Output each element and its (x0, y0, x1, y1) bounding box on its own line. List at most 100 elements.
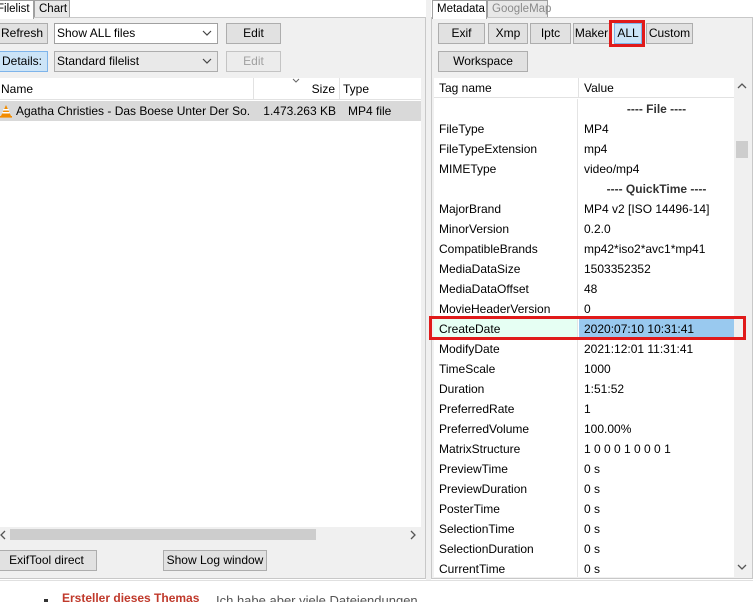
file-type: MP4 file (348, 104, 392, 118)
metadata-tag-value: 2021:12:01 11:31:41 (584, 342, 694, 356)
workspace-button[interactable]: Workspace (438, 51, 528, 72)
tab-googlemap[interactable]: GoogleMap (487, 0, 551, 17)
file-filter-select[interactable]: Show ALL files (54, 23, 218, 44)
column-header-value[interactable]: Value (579, 78, 734, 98)
metadata-tag-name: CompatibleBrands (434, 239, 578, 259)
tab-metadata[interactable]: Metadata (432, 0, 487, 19)
column-header-type[interactable]: Type (340, 78, 421, 100)
metadata-tag-name: FileType (434, 119, 578, 139)
xmp-button[interactable]: Xmp (488, 23, 528, 44)
file-list-hscrollbar[interactable] (0, 527, 421, 542)
metadata-row[interactable]: TimeScale 1000 (434, 359, 734, 379)
metadata-tag-value: 1:51:52 (584, 382, 625, 396)
details-button[interactable]: Details: (0, 51, 48, 72)
exiftool-direct-button[interactable]: ExifTool direct (0, 550, 97, 571)
edit-view-button[interactable]: Edit (226, 51, 281, 72)
metadata-row[interactable]: SelectionTime 0 s (434, 519, 734, 539)
metadata-tag-value: 0 s (584, 462, 601, 476)
metadata-row[interactable]: FileType MP4 (434, 119, 734, 139)
metadata-row[interactable]: PreviewTime 0 s (434, 459, 734, 479)
metadata-header: Tag name Value (434, 78, 734, 98)
metadata-tag-name: CreateDate (434, 319, 578, 339)
metadata-tag-name: MinorVersion (434, 219, 578, 239)
metadata-row[interactable]: Duration 1:51:52 (434, 379, 734, 399)
scroll-right-icon[interactable] (408, 530, 418, 540)
metadata-tag-value: 0 s (584, 562, 601, 576)
metadata-tag-name: Duration (434, 379, 578, 399)
metadata-tag-name: MIMEType (434, 159, 578, 179)
tab-chart[interactable]: Chart (34, 0, 70, 17)
file-list[interactable]: Name Size Type Agatha Christies - Das Bo… (0, 78, 421, 542)
file-list-header: Name Size Type (0, 78, 421, 100)
hscroll-thumb[interactable] (10, 529, 316, 540)
metadata-row[interactable]: SelectionDuration 0 s (434, 539, 734, 559)
metadata-row[interactable]: CompatibleBrands mp42*iso2*avc1*mp41 (434, 239, 734, 259)
metadata-tag-value: 0.2.0 (584, 222, 611, 236)
metadata-row[interactable]: MatrixStructure 1 0 0 0 1 0 0 0 1 (434, 439, 734, 459)
metadata-row[interactable]: ---- File ---- (434, 99, 734, 119)
metadata-row[interactable]: PreferredVolume 100.00% (434, 419, 734, 439)
metadata-row[interactable]: ---- QuickTime ---- (434, 179, 734, 199)
metadata-tag-value: 1 (584, 402, 591, 416)
all-button[interactable]: ALL (614, 23, 642, 44)
column-header-size[interactable]: Size (254, 78, 340, 100)
metadata-tag-name: CurrentTime (434, 559, 578, 577)
refresh-label: Refresh (0, 26, 44, 40)
metadata-tag-value: 0 s (584, 482, 601, 496)
metadata-tag-name: ModifyDate (434, 339, 578, 359)
show-log-label: Show Log window (166, 553, 264, 567)
show-log-button[interactable]: Show Log window (163, 550, 267, 571)
metadata-row[interactable]: MediaDataSize 1503352352 (434, 259, 734, 279)
exif-button[interactable]: Exif (438, 23, 485, 44)
iptc-button[interactable]: Iptc (530, 23, 571, 44)
tab-filelist-label: Filelist (0, 3, 30, 15)
scroll-left-icon[interactable] (0, 530, 8, 540)
metadata-row[interactable]: MIMEType video/mp4 (434, 159, 734, 179)
metadata-tag-value: 1000 (584, 362, 611, 376)
metadata-tag-name: PosterTime (434, 499, 578, 519)
metadata-table[interactable]: Tag name Value ---- File ---- FileType MP4… (434, 78, 734, 577)
metadata-row[interactable]: MovieHeaderVersion 0 (434, 299, 734, 319)
column-header-name[interactable]: Name (0, 78, 254, 100)
file-row[interactable]: Agatha Christies - Das Boese Unter Der S… (0, 101, 421, 121)
background-text-author: Ersteller dieses Themas (62, 591, 200, 602)
maker-button[interactable]: Maker (573, 23, 610, 44)
metadata-tag-value: MP4 (584, 122, 609, 136)
tab-chart-label: Chart (39, 3, 68, 15)
metadata-row[interactable]: MajorBrand MP4 v2 [ISO 14496-14] (434, 199, 734, 219)
metadata-row[interactable]: PreviewDuration 0 s (434, 479, 734, 499)
metadata-tag-name: PreferredVolume (434, 419, 578, 439)
metadata-row[interactable]: MediaDataOffset 48 (434, 279, 734, 299)
scroll-up-icon[interactable] (737, 82, 747, 90)
background-text-body: Ich habe aber viele Dateiendungen (216, 593, 418, 602)
metadata-row[interactable]: CurrentTime 0 s (434, 559, 734, 577)
metadata-row[interactable]: MinorVersion 0.2.0 (434, 219, 734, 239)
metadata-tag-name: MediaDataSize (434, 259, 578, 279)
metadata-tag-value: 2020:07:10 10:31:41 (579, 319, 734, 339)
scroll-down-icon[interactable] (737, 563, 747, 571)
metadata-tag-value: 1503352352 (584, 262, 651, 276)
metadata-tag-name: SelectionDuration (434, 539, 578, 559)
metadata-row[interactable]: PreferredRate 1 (434, 399, 734, 419)
metadata-row[interactable]: PosterTime 0 s (434, 499, 734, 519)
metadata-tag-value: mp4 (584, 142, 608, 156)
column-header-tag[interactable]: Tag name (434, 78, 579, 98)
metadata-row[interactable]: ModifyDate 2021:12:01 11:31:41 (434, 339, 734, 359)
background-page-strip: Ersteller dieses Themas Ich habe aber vi… (0, 580, 753, 602)
metadata-vscrollbar[interactable] (734, 78, 750, 577)
metadata-row[interactable]: CreateDate 2020:07:10 10:31:41 (434, 319, 734, 339)
vscroll-thumb[interactable] (736, 141, 748, 158)
exiftool-gui-window: { "left_tabs": ["Filelist", "Chart"], "r… (0, 0, 753, 602)
metadata-tag-name: FileTypeExtension (434, 139, 578, 159)
metadata-tag-value: ---- QuickTime ---- (606, 182, 707, 196)
tab-filelist[interactable]: Filelist (0, 0, 34, 19)
edit-filter-button[interactable]: Edit (226, 23, 281, 44)
edit-filter-label: Edit (243, 26, 264, 40)
refresh-button[interactable]: Refresh (0, 23, 48, 44)
metadata-tag-value: 100.00% (584, 422, 632, 436)
metadata-row[interactable]: FileTypeExtension mp4 (434, 139, 734, 159)
filelist-view-select[interactable]: Standard filelist (54, 51, 218, 72)
metadata-tag-value: video/mp4 (584, 162, 640, 176)
custom-button[interactable]: Custom (646, 23, 693, 44)
tab-metadata-label: Metadata (437, 3, 485, 15)
